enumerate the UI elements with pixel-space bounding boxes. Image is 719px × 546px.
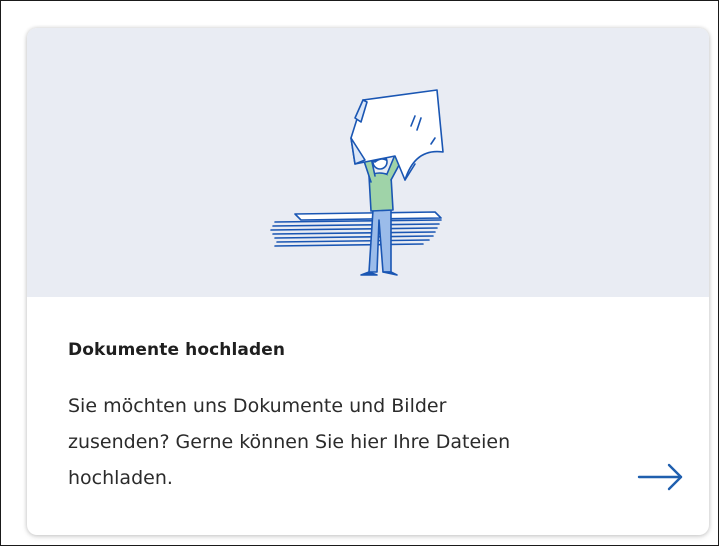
card-description: Sie möchten uns Dokumente und Bilder zus… [68,395,511,489]
upload-documents-card[interactable]: Dokumente hochladen Sie möchten uns Doku… [27,28,709,535]
person-holding-document-illustration [270,89,444,276]
card-illustration-area [27,28,709,297]
screenshot-frame: Dokumente hochladen Sie möchten uns Doku… [0,0,719,546]
arrow-right-icon-svg [637,463,683,491]
card-title: Dokumente hochladen [68,340,286,360]
arrow-right-icon[interactable] [637,460,685,494]
